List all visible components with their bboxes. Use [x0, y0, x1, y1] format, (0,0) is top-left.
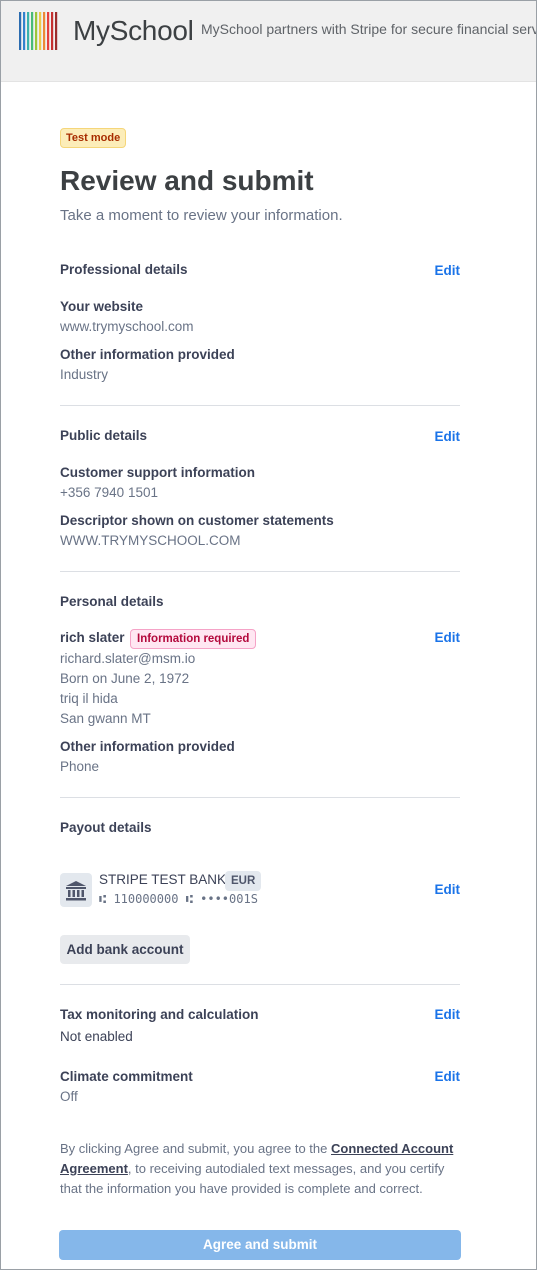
currency-badge: EUR: [225, 871, 262, 891]
routing-icon: ⑆: [99, 892, 114, 906]
header-bar: MySchool MySchool partners with Stripe f…: [1, 1, 537, 82]
climate-title: Climate commitment: [60, 1069, 193, 1084]
onboarding-page: MySchool MySchool partners with Stripe f…: [0, 0, 537, 1270]
public-edit-link[interactable]: Edit: [410, 429, 461, 444]
add-bank-account-button[interactable]: Add bank account: [60, 935, 190, 964]
website-value: www.trymyschool.com: [60, 319, 194, 334]
information-required-badge: Information required: [130, 629, 257, 649]
personal-other-value: Phone: [60, 759, 100, 774]
support-value: +356 7940 1501: [60, 485, 158, 500]
divider: [60, 405, 460, 406]
account-number: ••••001S: [200, 892, 258, 906]
personal-other-label: Other information provided: [60, 739, 235, 754]
routing-number: 110000000: [113, 892, 179, 906]
person-name: rich slater: [60, 630, 125, 645]
person-address-line2: San gwann MT: [60, 711, 151, 726]
divider: [60, 797, 460, 798]
agreement-prefix: By clicking Agree and submit, you agree …: [60, 1141, 331, 1156]
partner-text: MySchool partners with Stripe for secure…: [201, 21, 537, 37]
divider: [60, 571, 460, 572]
personal-edit-link[interactable]: Edit: [410, 630, 461, 645]
brand-name: MySchool: [73, 15, 194, 46]
agree-and-submit-button[interactable]: Agree and submit: [59, 1230, 461, 1260]
page-title: Review and submit: [60, 165, 314, 196]
descriptor-value: WWW.TRYMYSCHOOL.COM: [60, 533, 241, 548]
payout-details-title: Payout details: [60, 820, 152, 835]
person-dob: Born on June 2, 1972: [60, 671, 190, 686]
professional-details-title: Professional details: [60, 262, 188, 277]
tax-title: Tax monitoring and calculation: [60, 1007, 259, 1022]
agreement-text: By clicking Agree and submit, you agree …: [60, 1139, 460, 1199]
professional-other-label: Other information provided: [60, 347, 235, 362]
professional-other-value: Industry: [60, 367, 109, 382]
person-email: richard.slater@msm.io: [60, 651, 196, 666]
website-label: Your website: [60, 299, 144, 314]
tax-edit-link[interactable]: Edit: [410, 1007, 461, 1022]
climate-value: Off: [60, 1089, 78, 1104]
divider: [60, 984, 460, 985]
personal-details-title: Personal details: [60, 594, 164, 609]
test-mode-badge: Test mode: [60, 128, 127, 148]
payout-edit-link[interactable]: Edit: [410, 882, 461, 897]
bank-name: STRIPE TEST BANK: [99, 872, 227, 887]
bank-icon: [60, 873, 92, 907]
myschool-logo-icon: [19, 12, 58, 50]
support-label: Customer support information: [60, 465, 255, 480]
page-subtitle: Take a moment to review your information…: [60, 207, 343, 224]
person-address-line1: triq il hida: [60, 691, 118, 706]
descriptor-label: Descriptor shown on customer statements: [60, 513, 334, 528]
professional-edit-link[interactable]: Edit: [410, 263, 461, 278]
climate-edit-link[interactable]: Edit: [410, 1069, 461, 1084]
account-icon: ⑆: [178, 892, 201, 906]
public-details-title: Public details: [60, 428, 148, 443]
tax-value: Not enabled: [60, 1029, 133, 1044]
bank-account-numbers: ⑆ 110000000 ⑆ ••••001S: [99, 892, 258, 906]
